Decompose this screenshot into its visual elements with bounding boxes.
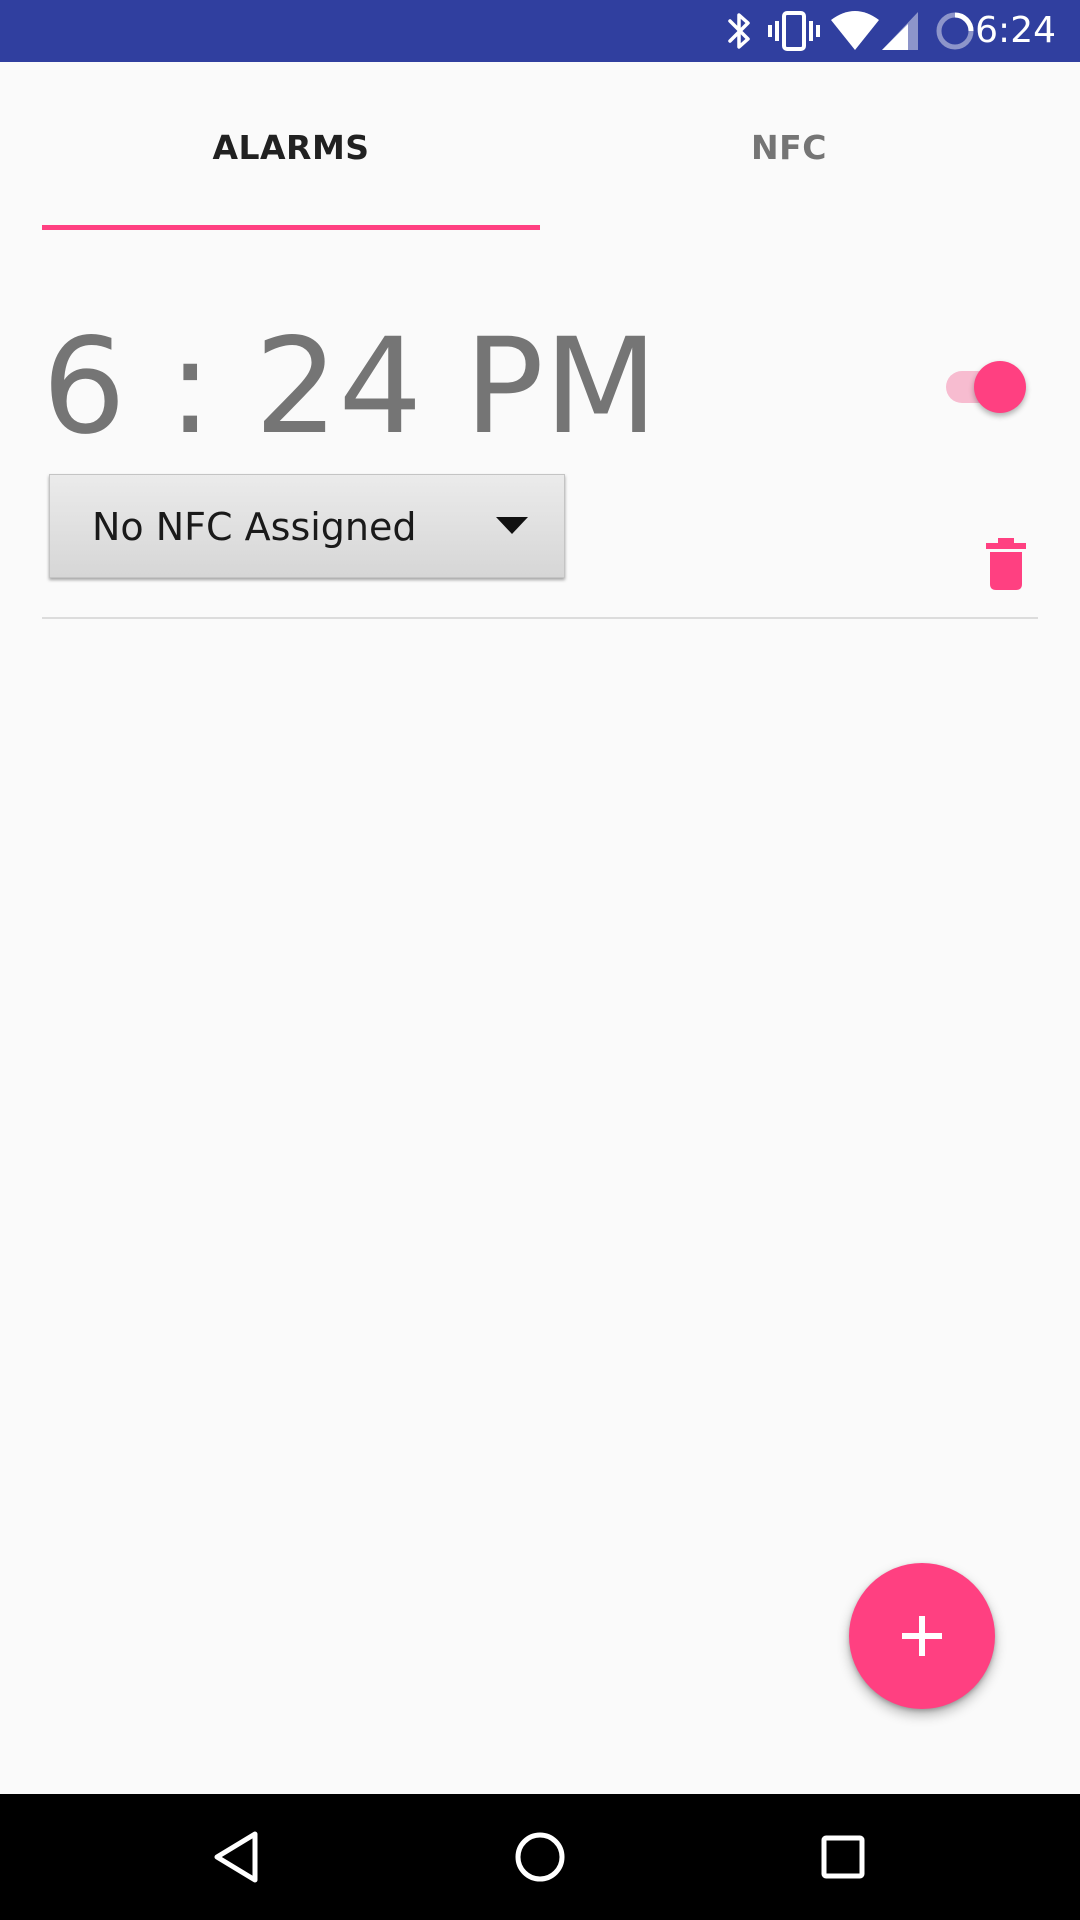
recents-button[interactable] [803,1817,883,1897]
nfc-select-dropdown[interactable]: No NFC Assigned [49,474,565,578]
delete-icon[interactable] [986,538,1026,590]
tab-bar: ALARMS NFC [0,62,1080,232]
nfc-select-value: No NFC Assigned [92,505,417,549]
tab-nfc[interactable]: NFC [540,62,1038,232]
status-bar: 6:24 [0,0,1080,62]
back-button[interactable] [197,1817,277,1897]
vibrate-icon [768,11,820,51]
alarm-time[interactable]: 6 : 24 PM [42,312,658,462]
back-icon [214,1831,258,1883]
home-button[interactable] [500,1817,580,1897]
recents-icon [821,1835,865,1879]
add-alarm-button[interactable] [849,1563,995,1709]
tab-indicator [42,225,540,230]
wifi-icon [831,11,879,50]
plus-icon [902,1616,942,1656]
bluetooth-icon [728,13,750,49]
navigation-bar [0,1794,1080,1920]
alarm-enabled-toggle[interactable] [944,358,1030,413]
cell-signal-icon [882,12,918,50]
divider [42,617,1038,619]
status-time: 6:24 [975,10,1056,51]
battery-icon [936,12,974,50]
home-icon [515,1832,565,1882]
dropdown-arrow-icon [496,517,528,534]
tab-alarms[interactable]: ALARMS [42,62,540,232]
toggle-thumb [974,361,1026,413]
